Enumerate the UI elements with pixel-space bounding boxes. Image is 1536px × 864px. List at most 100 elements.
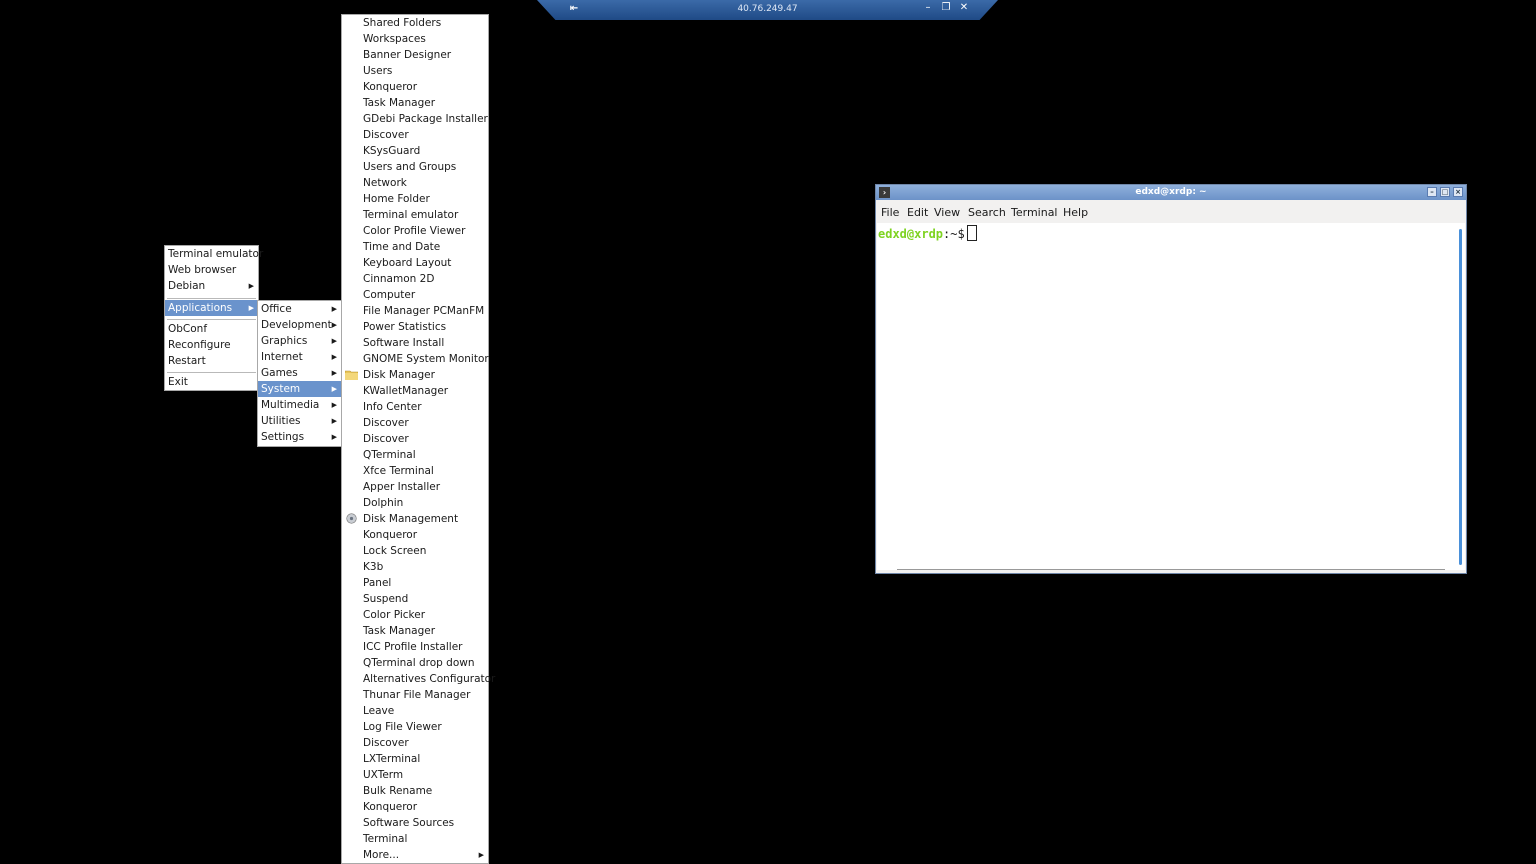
menu-item-web-browser[interactable]: Web browser [165,262,258,278]
menu-item-users-and-groups[interactable]: Users and Groups [342,159,488,175]
menu-item-alternatives-configurator[interactable]: Alternatives Configurator [342,671,495,687]
maximize-icon[interactable]: □ [1440,187,1450,197]
menu-item-icc-profile-installer[interactable]: ICC Profile Installer [342,639,488,655]
menu-item-konqueror[interactable]: Konqueror [342,79,488,95]
menu-item-label: Reconfigure [168,339,231,351]
menu-item-file-manager-pcmanfm[interactable]: File Manager PCManFM [342,303,488,319]
menu-item-office[interactable]: Office ▶ [258,301,341,317]
menu-item-info-center[interactable]: Info Center [342,399,488,415]
menu-item-suspend[interactable]: Suspend [342,591,488,607]
menu-item-gnome-system-monitor[interactable]: GNOME System Monitor [342,351,489,367]
menu-edit[interactable]: Edit [907,206,928,219]
menu-item-label: Software Install [363,337,445,349]
menu-item-computer[interactable]: Computer [342,287,488,303]
menu-item-terminal-emulator[interactable]: Terminal emulator [165,246,263,262]
menu-item-exit[interactable]: Exit [165,374,258,390]
menu-item-disk-management[interactable]: Disk Management [342,511,488,527]
menu-item-ksysguard[interactable]: KSysGuard [342,143,488,159]
terminal-window[interactable]: › edxd@xrdp: ~ – □ × File Edit View Sear… [875,184,1467,574]
menu-item-reconfigure[interactable]: Reconfigure [165,337,258,353]
menu-item-label: Network [363,177,407,189]
menu-item-workspaces[interactable]: Workspaces [342,31,488,47]
menu-item-power-statistics[interactable]: Power Statistics [342,319,488,335]
menu-item-disk-manager[interactable]: Disk Manager [342,367,488,383]
menu-item-label: Log File Viewer [363,721,442,733]
root-menu: Terminal emulator Web browser Debian ▶ Appli… [164,245,263,391]
menu-item-terminal-emulator[interactable]: Terminal emulator [342,207,488,223]
menu-item-discover[interactable]: Discover [342,415,488,431]
rdp-connection-bar: ⇤ 40.76.249.47 – ❐ ✕ [537,0,998,20]
menu-item-cinnamon-2d[interactable]: Cinnamon 2D [342,271,488,287]
menu-item-terminal[interactable]: Terminal [342,831,488,847]
submenu-arrow-icon: ▶ [331,433,337,441]
menu-item-utilities[interactable]: Utilities ▶ [258,413,341,429]
menu-item-bulk-rename[interactable]: Bulk Rename [342,783,488,799]
menu-item-games[interactable]: Games ▶ [258,365,341,381]
menu-item-xfce-terminal[interactable]: Xfce Terminal [342,463,488,479]
menu-item-multimedia[interactable]: Multimedia ▶ [258,397,341,413]
menu-item-network[interactable]: Network [342,175,488,191]
menu-item-discover[interactable]: Discover [342,127,488,143]
menu-item-label: More... [363,849,400,861]
menu-item-more[interactable]: More... ▶ [342,847,488,863]
menu-item-dolphin[interactable]: Dolphin [342,495,488,511]
menu-item-konqueror[interactable]: Konqueror [342,527,488,543]
menu-item-qterminal-drop-down[interactable]: QTerminal drop down [342,655,488,671]
menu-item-applications[interactable]: Applications ▶ [165,300,258,316]
menu-item-panel[interactable]: Panel [342,575,488,591]
menu-search[interactable]: Search [968,206,1006,219]
applications-submenu: Office ▶ Development ▶ Graphics ▶ Internet ▶ Gam… [257,300,342,447]
menu-item-discover[interactable]: Discover [342,735,488,751]
terminal-titlebar[interactable]: › edxd@xrdp: ~ – □ × [876,185,1466,200]
menu-item-banner-designer[interactable]: Banner Designer [342,47,488,63]
menu-item-settings[interactable]: Settings ▶ [258,429,341,445]
menu-item-lock-screen[interactable]: Lock Screen [342,543,488,559]
menu-item-konqueror[interactable]: Konqueror [342,799,488,815]
menu-item-internet[interactable]: Internet ▶ [258,349,341,365]
menu-item-k3b[interactable]: K3b [342,559,488,575]
menu-terminal[interactable]: Terminal [1011,206,1058,219]
menu-file[interactable]: File [881,206,899,219]
close-icon[interactable]: × [1453,187,1463,197]
menu-item-leave[interactable]: Leave [342,703,488,719]
menu-item-color-picker[interactable]: Color Picker [342,607,488,623]
menu-item-software-install[interactable]: Software Install [342,335,488,351]
menu-item-color-profile-viewer[interactable]: Color Profile Viewer [342,223,488,239]
minimize-icon[interactable]: – [922,2,934,13]
menu-item-system[interactable]: System ▶ [258,381,341,397]
menu-item-uxterm[interactable]: UXTerm [342,767,488,783]
menu-item-qterminal[interactable]: QTerminal [342,447,488,463]
terminal-output[interactable]: edxd@xrdp:~$ [877,223,1465,570]
menu-item-label: QTerminal [363,449,416,461]
menu-item-home-folder[interactable]: Home Folder [342,191,488,207]
menu-item-restart[interactable]: Restart [165,353,258,369]
menu-item-shared-folders[interactable]: Shared Folders [342,15,488,31]
vertical-scrollbar[interactable] [1459,229,1462,565]
menu-item-apper-installer[interactable]: Apper Installer [342,479,488,495]
close-icon[interactable]: ✕ [958,2,970,13]
terminal-app-icon[interactable]: › [879,187,890,198]
menu-item-kwalletmanager[interactable]: KWalletManager [342,383,488,399]
menu-item-task-manager[interactable]: Task Manager [342,95,488,111]
menu-item-software-sources[interactable]: Software Sources [342,815,488,831]
minimize-icon[interactable]: – [1427,187,1437,197]
menu-item-obconf[interactable]: ObConf [165,321,258,337]
menu-item-label: K3b [363,561,384,573]
menu-help[interactable]: Help [1063,206,1088,219]
menu-item-discover[interactable]: Discover [342,431,488,447]
menu-item-lxterminal[interactable]: LXTerminal [342,751,488,767]
menu-item-keyboard-layout[interactable]: Keyboard Layout [342,255,488,271]
menu-item-debian[interactable]: Debian ▶ [165,278,258,294]
menu-item-label: Restart [168,355,206,367]
menu-item-thunar-file-manager[interactable]: Thunar File Manager [342,687,488,703]
menu-item-log-file-viewer[interactable]: Log File Viewer [342,719,488,735]
menu-item-task-manager[interactable]: Task Manager [342,623,488,639]
menu-item-gdebi-package-installer[interactable]: GDebi Package Installer [342,111,488,127]
menu-item-label: Discover [363,129,409,141]
menu-item-time-and-date[interactable]: Time and Date [342,239,488,255]
menu-item-development[interactable]: Development ▶ [258,317,341,333]
restore-icon[interactable]: ❐ [940,2,952,13]
menu-view[interactable]: View [934,206,960,219]
menu-item-graphics[interactable]: Graphics ▶ [258,333,341,349]
menu-item-users[interactable]: Users [342,63,488,79]
